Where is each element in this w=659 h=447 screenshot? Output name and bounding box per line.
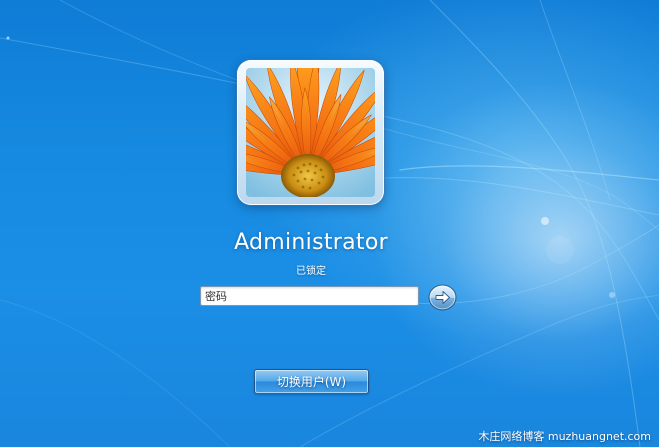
password-input[interactable] xyxy=(200,286,419,306)
user-avatar-flower-picture xyxy=(246,68,375,197)
submit-button[interactable] xyxy=(428,284,457,311)
username-label: Administrator xyxy=(234,230,388,255)
background-swoosh xyxy=(0,299,231,447)
watermark-text: 木庄网络博客 muzhuangnet.com xyxy=(478,430,651,443)
arrow-right-icon xyxy=(428,284,457,311)
background-bokeh xyxy=(6,36,10,40)
background-swoosh xyxy=(399,165,659,181)
background-swoosh xyxy=(384,177,659,216)
background-bokeh xyxy=(609,292,615,298)
user-avatar-frame xyxy=(237,60,384,205)
flower-center xyxy=(281,154,335,197)
locked-status-label: 已锁定 xyxy=(296,266,326,277)
background-swoosh xyxy=(429,0,641,447)
switch-user-button[interactable]: 切换用户(W) xyxy=(254,369,369,394)
background-bokeh xyxy=(541,217,549,225)
background-swoosh xyxy=(539,0,611,201)
